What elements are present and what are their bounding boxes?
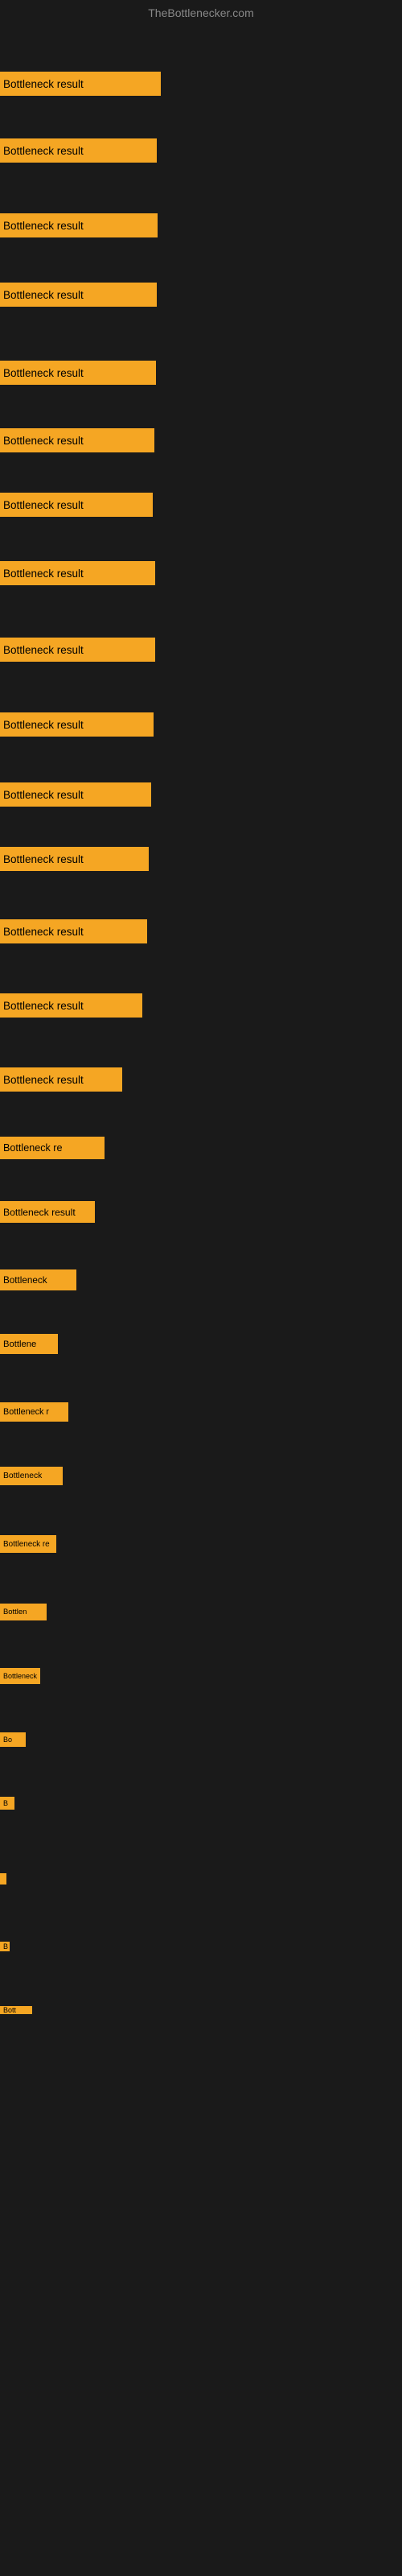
bottleneck-bar: Bottleneck (0, 1668, 40, 1684)
bottleneck-bar: Bottleneck result (0, 138, 157, 163)
bottleneck-bar: Bottlene (0, 1334, 58, 1354)
bottleneck-bar: Bottleneck result (0, 712, 154, 737)
bottleneck-bar: Bottleneck result (0, 993, 142, 1018)
bottleneck-bar: Bottlen (0, 1604, 47, 1620)
bottleneck-bar: Bottleneck result (0, 72, 161, 96)
bottleneck-bar: Bottleneck result (0, 638, 155, 662)
site-title: TheBottlenecker.com (0, 0, 402, 26)
bottleneck-bar: Bottleneck result (0, 213, 158, 237)
bottleneck-bar: Bottleneck result (0, 782, 151, 807)
bottleneck-bar: Bottleneck result (0, 361, 156, 385)
bottleneck-bar: Bottleneck result (0, 919, 147, 943)
bottleneck-bar: Bottleneck (0, 1269, 76, 1290)
bottleneck-bar: B (0, 1797, 14, 1810)
bottleneck-bar: Bottleneck result (0, 493, 153, 517)
bottleneck-bar: Bottleneck (0, 1467, 63, 1485)
bottleneck-bar: Bottleneck result (0, 1067, 122, 1092)
bottleneck-bar: Bottleneck re (0, 1535, 56, 1553)
bottleneck-bar: Bott (0, 2006, 32, 2014)
bottleneck-bar: Bottleneck result (0, 561, 155, 585)
title-text: TheBottlenecker.com (148, 6, 254, 19)
bottleneck-bar: Bottleneck result (0, 428, 154, 452)
bottleneck-bar: Bottleneck re (0, 1137, 105, 1159)
bottleneck-bar (0, 1873, 6, 1885)
chart-area: Bottleneck result Bottleneck result Bottle… (0, 26, 402, 2562)
bottleneck-bar: B (0, 1942, 10, 1951)
bottleneck-bar: Bottleneck result (0, 1201, 95, 1223)
bottleneck-bar: Bottleneck r (0, 1402, 68, 1422)
bottleneck-bar: Bottleneck result (0, 847, 149, 871)
bottleneck-bar: Bottleneck result (0, 283, 157, 307)
bottleneck-bar: Bo (0, 1732, 26, 1747)
